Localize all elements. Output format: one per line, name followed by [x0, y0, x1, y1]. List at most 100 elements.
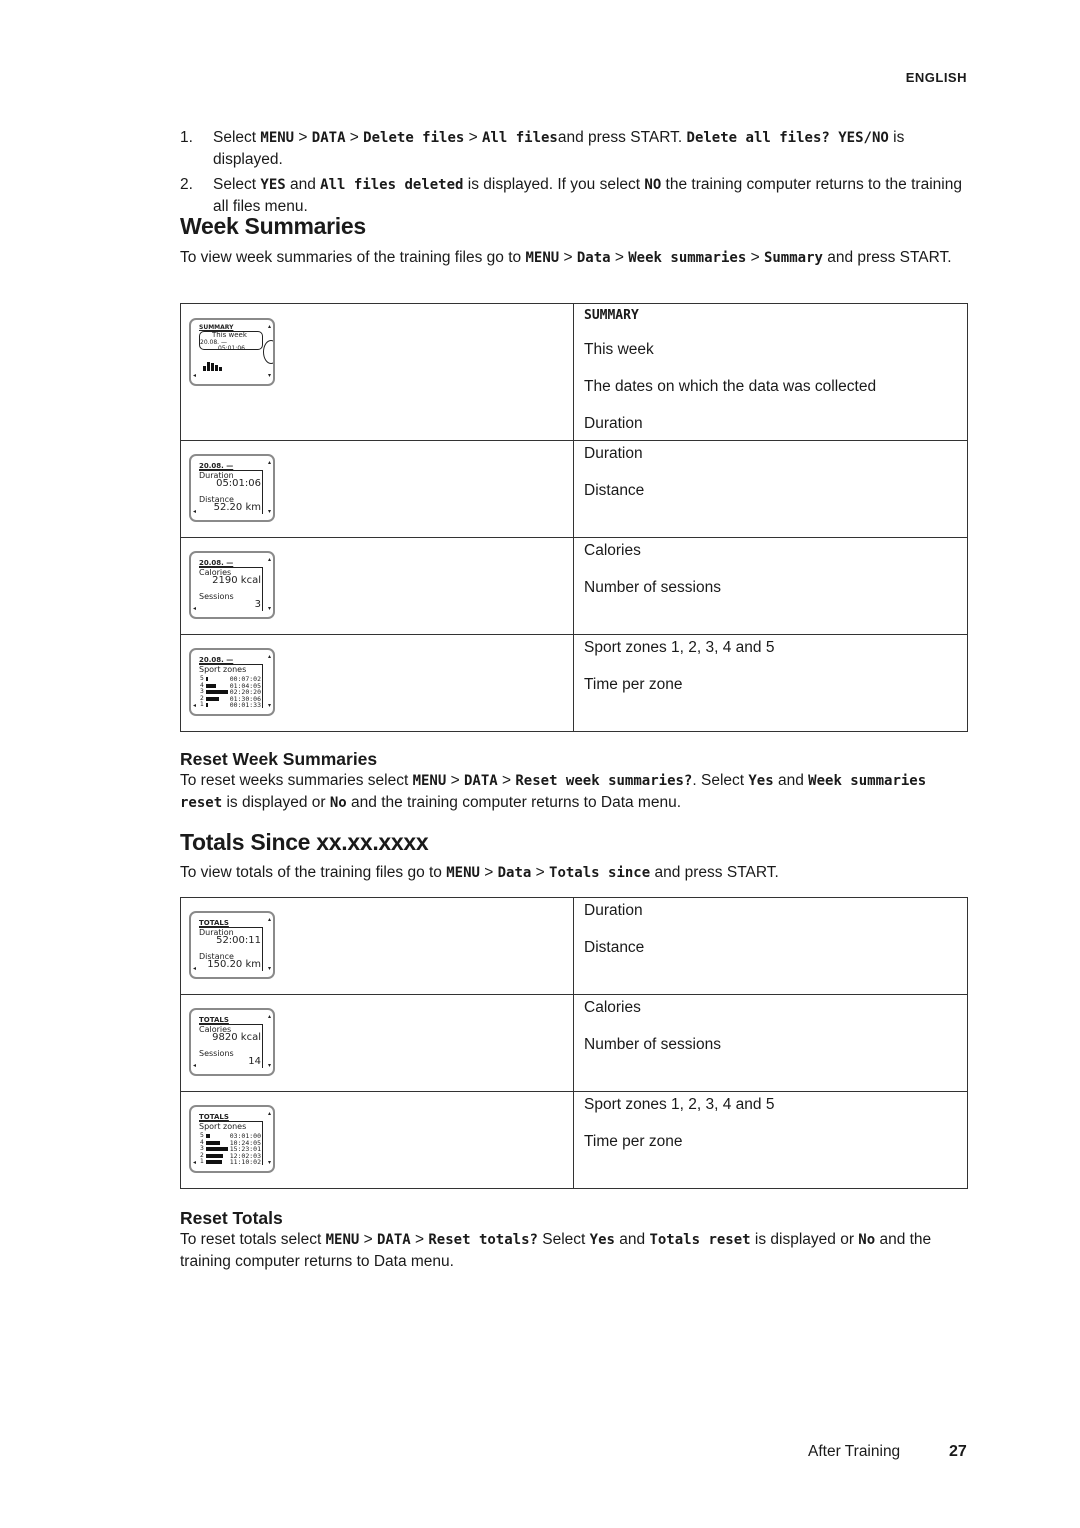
screen-value: 9820 kcal — [212, 1032, 261, 1043]
description-line: Duration — [584, 415, 643, 432]
table-row: ▴ ◂ ▾ SUMMARY This week 20.08. —05:01:06 SUMMA… — [180, 303, 968, 441]
text-run: Select — [537, 1231, 590, 1248]
screen-label: Sessions — [199, 592, 234, 601]
description-cell: Sport zones 1, 2, 3, 4 and 5 Time per zon… — [573, 634, 968, 732]
footer-section: After Training — [808, 1443, 901, 1460]
left-arrow-icon: ◂ — [193, 965, 197, 972]
intro-steps: 1. Select MENU > DATA > Delete files > Al… — [180, 127, 970, 221]
screen-wrap: ▴ ◂ ▾ 20.08. — Duration 05:01:06 Distance 52.20… — [181, 441, 573, 537]
screen-header: 20.08. — — [199, 656, 234, 664]
description-line: Number of sessions — [584, 579, 721, 596]
description-heading: SUMMARY — [584, 308, 639, 323]
screen-cell: ▴ ◂ ▾ 20.08. — Duration 05:01:06 Distance 52.20… — [180, 440, 574, 538]
text-run: and press START. — [822, 249, 952, 266]
description-line: Duration — [584, 902, 643, 919]
description-line: Calories — [584, 542, 641, 559]
totals-title: Totals Since xx.xx.xxxx — [180, 829, 429, 855]
down-arrow-icon: ▾ — [267, 372, 271, 379]
device-text: Data — [497, 865, 532, 881]
table-row: ▴ ◂ ▾ 20.08. — Calories 2190 kcal Sessions 3 Cal… — [180, 537, 968, 635]
zone-bar — [206, 1147, 228, 1151]
description-line: Time per zone — [584, 676, 683, 693]
step-number: 1. — [180, 129, 193, 146]
text-run: To view totals of the training files go … — [180, 864, 447, 881]
text-run: > — [610, 249, 629, 266]
mini-bar — [203, 366, 206, 371]
device-text: Reset week summaries? — [515, 773, 693, 789]
text-run: > — [410, 1231, 429, 1248]
scroll-rule — [262, 567, 263, 611]
description-cell: Duration Distance — [573, 897, 968, 995]
totals-intro: To view totals of the training files go … — [180, 862, 960, 884]
screen-value: 52.20 km — [213, 502, 261, 513]
device-text: Totals since — [549, 865, 651, 881]
text-run: and press START. — [557, 129, 687, 146]
up-arrow-icon: ▴ — [267, 556, 271, 563]
step-item: 1. Select MENU > DATA > Delete files > Al… — [180, 127, 970, 170]
down-arrow-icon: ▾ — [267, 1062, 271, 1069]
up-arrow-icon: ▴ — [267, 653, 271, 660]
screen-wrap: ▴ ◂ ▾ 20.08. — Calories 2190 kcal Sessions 3 — [181, 538, 573, 634]
mini-bar — [211, 363, 214, 371]
screen-value: 52:00:11 — [216, 935, 261, 946]
text-run: Select — [213, 129, 261, 146]
up-arrow-icon: ▴ — [267, 1110, 271, 1117]
screen-value: 05:01:06 — [216, 478, 261, 489]
device-text: No — [329, 795, 347, 811]
screen-wrap: ▴ ◂ ▾ SUMMARY This week 20.08. —05:01:06 — [181, 304, 573, 440]
screen-label: Sessions — [199, 1049, 234, 1058]
text-run: > — [531, 864, 550, 881]
week-summaries-intro: To view week summaries of the training f… — [180, 247, 960, 269]
left-arrow-icon: ◂ — [193, 605, 197, 612]
down-arrow-icon: ▾ — [267, 965, 271, 972]
scroll-rule — [262, 470, 263, 514]
text-run: > — [446, 772, 464, 789]
page-number: 27 — [949, 1443, 967, 1460]
bubble-title: This week — [212, 331, 247, 339]
text-run: To reset weeks summaries select — [180, 772, 413, 789]
device-text: Data — [576, 250, 611, 266]
text-run: . Select — [692, 772, 749, 789]
text-run: and — [773, 772, 809, 789]
table-row: ▴ ◂ ▾ 20.08. — Duration 05:01:06 Distance 52.20… — [180, 440, 968, 538]
device-text: No — [858, 1232, 876, 1248]
text-run: and the training computer returns to Dat… — [346, 794, 682, 811]
text-run: To view week summaries of the training f… — [180, 249, 526, 266]
screen-value: 150.20 km — [207, 959, 261, 970]
description-cell: Calories Number of sessions — [573, 994, 968, 1092]
description-cell: Duration Distance — [573, 440, 968, 538]
left-arrow-icon: ◂ — [193, 1062, 197, 1069]
step-item: 2. Select YES and All files deleted is di… — [180, 174, 970, 217]
summary-bubble: This week 20.08. —05:01:06 — [199, 331, 263, 352]
text-run: > — [479, 864, 498, 881]
bubble-time: 05:01:06 — [218, 345, 245, 352]
device-text: All files deleted — [320, 177, 464, 193]
screen-cell: ▴ ◂ ▾ TOTALS Calories 9820 kcal Sessions 14 — [180, 994, 574, 1092]
left-arrow-icon: ◂ — [193, 508, 197, 515]
mini-bar — [215, 365, 218, 371]
arc-graphic — [263, 340, 273, 364]
zone-bar — [206, 1134, 211, 1138]
text-run: and — [614, 1231, 650, 1248]
description-line: This week — [584, 341, 654, 358]
down-arrow-icon: ▾ — [267, 1159, 271, 1166]
text-run: > — [294, 129, 312, 146]
screen-cell: ▴ ◂ ▾ 20.08. — Calories 2190 kcal Sessions 3 — [180, 537, 574, 635]
description-line: Time per zone — [584, 1133, 683, 1150]
description-cell: SUMMARY This week The dates on which the d… — [573, 303, 968, 441]
text-run: is displayed. If you select — [463, 176, 645, 193]
device-text: DATA — [463, 773, 498, 789]
description-line: Duration — [584, 445, 643, 462]
text-run: To reset totals select — [180, 1231, 326, 1248]
device-text: DATA — [311, 130, 346, 146]
device-text: All files — [482, 130, 558, 146]
screen-wrap: ▴ ◂ ▾ TOTALS Duration 52:00:11 Distance 150.20 … — [181, 898, 573, 994]
device-text: Totals reset — [649, 1232, 751, 1248]
zone-bar — [206, 677, 209, 681]
down-arrow-icon: ▾ — [267, 605, 271, 612]
left-arrow-icon: ◂ — [193, 702, 197, 709]
scroll-rule — [262, 927, 263, 971]
week-summaries-title: Week Summaries — [180, 213, 366, 239]
description-line: Distance — [584, 939, 645, 956]
left-arrow-icon: ◂ — [193, 372, 197, 379]
